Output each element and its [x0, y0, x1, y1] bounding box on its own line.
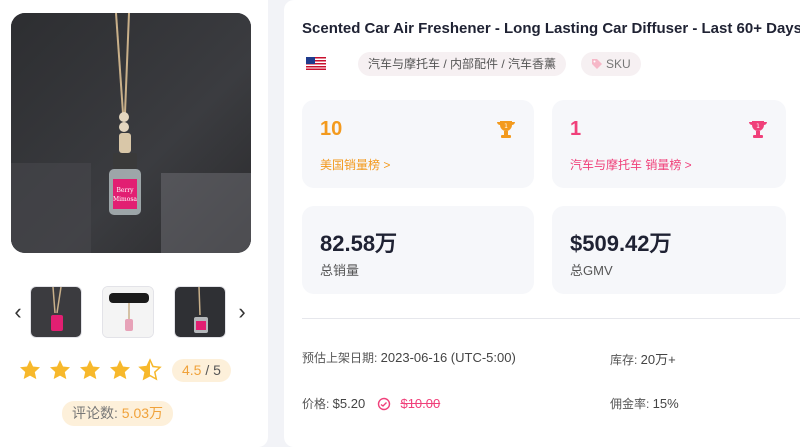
chevron-left-icon[interactable]: ‹ [10, 298, 26, 326]
thumbnail-3[interactable] [174, 286, 226, 338]
total-sales-value: 82.58万 [320, 231, 398, 256]
price-history-icon[interactable] [377, 397, 391, 411]
listing-date-row: 预估上架日期: 2023-06-16 (UTC-5:00) [302, 349, 516, 366]
stock-row: 库存: 20万+ [610, 349, 676, 368]
price-row: 价格: $5.20 $10.00 [302, 395, 440, 412]
main-product-image[interactable]: Berry Mimosa [11, 13, 251, 253]
sku-tag[interactable]: SKU [581, 52, 641, 76]
us-flag-icon [306, 57, 326, 70]
stock-label: 库存: [610, 353, 641, 367]
rating-score-badge: 4.5 / 5 [172, 359, 231, 382]
total-sales-card: 82.58万 总销量 [302, 206, 534, 294]
product-tags: 汽车与摩托车 / 内部配件 / 汽车香薰 SKU [306, 52, 786, 76]
total-gmv-value: $509.42万 [570, 231, 672, 256]
total-gmv-card: $509.42万 总GMV [552, 206, 786, 294]
star-icon [110, 360, 130, 380]
us-rank-link[interactable]: 美国销量榜 > [320, 156, 390, 173]
product-title: Scented Car Air Freshener - Long Lasting… [302, 20, 800, 37]
rating-row: 4.5 / 5 [18, 356, 248, 384]
commission-label: 佣金率: [610, 397, 653, 411]
review-count-label: 评论数: [72, 405, 122, 421]
thumbnail-1[interactable] [30, 286, 82, 338]
trophy-icon: 1 [497, 121, 515, 138]
listing-date-label: 预估上架日期: [302, 351, 381, 365]
half-star-icon [138, 358, 162, 381]
review-count-badge: 评论数: 5.03万 [62, 401, 174, 426]
rating-outof: / 5 [201, 362, 221, 378]
svg-text:Mimosa: Mimosa [113, 196, 137, 203]
listing-date-value: 2023-06-16 (UTC-5:00) [380, 350, 516, 365]
star-icon [20, 360, 40, 380]
car-freshener-photo: Berry Mimosa [11, 13, 251, 253]
star-icon [80, 360, 100, 380]
rating-score: 4.5 [182, 362, 202, 378]
commission-row: 佣金率: 15% [610, 395, 679, 412]
us-rank-value: 10 [320, 118, 343, 140]
sku-label: SKU [606, 57, 631, 71]
thumbnail-strip: ‹ › [12, 284, 252, 340]
original-price: $10.00 [400, 396, 441, 411]
us-rank-card: 10 美国销量榜 > 1 [302, 100, 534, 188]
svg-text:1: 1 [756, 123, 760, 130]
product-info-panel: Scented Car Air Freshener - Long Lasting… [284, 0, 800, 447]
category-rank-value: 1 [570, 118, 582, 140]
svg-text:Berry: Berry [116, 187, 134, 194]
star-icon [50, 360, 70, 380]
commission-value: 15% [652, 396, 679, 411]
trophy-icon: 1 [749, 121, 767, 138]
total-gmv-label: 总GMV [570, 263, 613, 278]
product-gallery-panel: Berry Mimosa ‹ › 4.5 / 5 评论数: 5.03万 [0, 0, 268, 447]
category-tag[interactable]: 汽车与摩托车 / 内部配件 / 汽车香薰 [358, 52, 567, 76]
category-rank-link[interactable]: 汽车与摩托车 销量榜 > [570, 156, 692, 173]
price-label: 价格: [302, 397, 333, 411]
price-value: $5.20 [332, 396, 366, 411]
tag-icon [592, 59, 602, 69]
divider [302, 318, 800, 319]
chevron-right-icon[interactable]: › [234, 298, 250, 326]
total-sales-label: 总销量 [320, 263, 360, 278]
review-count-value: 5.03万 [121, 405, 164, 421]
stock-value: 20万+ [640, 352, 676, 367]
thumbnail-2[interactable] [102, 286, 154, 338]
category-rank-card: 1 汽车与摩托车 销量榜 > 1 [552, 100, 786, 188]
svg-text:1: 1 [504, 123, 508, 130]
